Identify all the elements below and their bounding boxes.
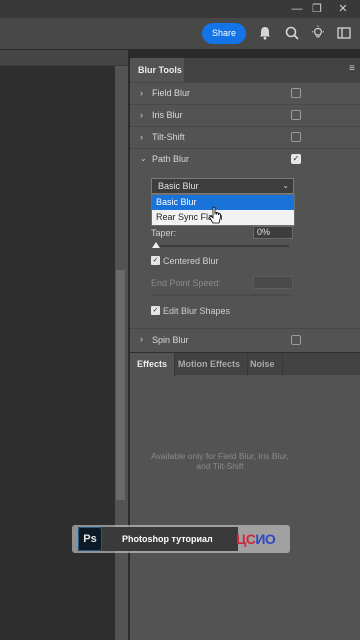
centered-blur-label: Centered Blur <box>163 256 219 266</box>
edit-blur-shapes-checkbox[interactable]: ✓ <box>151 306 160 315</box>
chevron-down-icon: ⌄ <box>282 181 289 190</box>
tab-effects[interactable]: Effects <box>130 353 176 376</box>
end-point-speed-slider <box>153 294 289 296</box>
taper-input[interactable]: 0% <box>253 226 293 239</box>
option-rear-sync-flash[interactable]: Rear Sync Flash <box>152 210 294 225</box>
minimize-icon[interactable]: — <box>290 2 304 16</box>
chevron-right-icon[interactable]: › <box>140 110 150 120</box>
tab-motion-effects[interactable]: Motion Effects <box>171 353 248 376</box>
field-blur-row[interactable]: › Field Blur <box>130 82 360 104</box>
workspace-icon[interactable] <box>336 25 352 41</box>
blur-type-value: Basic Blur <box>158 181 199 191</box>
path-blur-row[interactable]: ⌄ Path Blur ✓ <box>130 148 360 170</box>
iris-blur-row[interactable]: › Iris Blur <box>130 104 360 126</box>
mouse-cursor-icon <box>208 206 221 224</box>
chevron-down-icon[interactable]: ⌄ <box>140 154 150 163</box>
edit-blur-shapes-label: Edit Blur Shapes <box>163 306 231 316</box>
spin-blur-label: Spin Blur <box>152 335 189 345</box>
share-button[interactable]: Share <box>202 23 246 44</box>
tilt-shift-checkbox[interactable] <box>291 132 301 142</box>
effects-tabs: Effects Motion Effects Noise <box>130 352 360 376</box>
banner-text: Photoshop туториал <box>122 534 213 544</box>
end-point-speed-input <box>253 276 293 289</box>
blur-type-select[interactable]: Basic Blur ⌄ <box>151 178 294 194</box>
brand-text-b: ИО <box>255 531 276 547</box>
brand-text-a: ЦС <box>236 531 256 547</box>
option-basic-blur[interactable]: Basic Blur <box>152 195 294 210</box>
bell-icon[interactable] <box>257 25 273 41</box>
path-blur-label: Path Blur <box>152 154 190 164</box>
title-bar: — ❐ ✕ <box>0 0 360 18</box>
field-blur-checkbox[interactable] <box>291 88 301 98</box>
iris-blur-checkbox[interactable] <box>291 110 301 120</box>
end-point-speed-label: End Point Speed: <box>151 278 222 288</box>
path-blur-checkbox[interactable]: ✓ <box>291 154 301 164</box>
field-blur-label: Field Blur <box>152 88 191 98</box>
photoshop-logo: Ps <box>78 527 102 551</box>
taper-slider-thumb[interactable] <box>152 242 160 248</box>
chevron-right-icon[interactable]: › <box>140 334 150 344</box>
chevron-right-icon[interactable]: › <box>140 88 150 98</box>
canvas[interactable] <box>0 66 115 640</box>
brand-logo: ЦСИО <box>236 531 276 547</box>
blur-type-dropdown: Basic Blur Rear Sync Flash <box>151 194 295 226</box>
close-icon[interactable]: ✕ <box>336 2 350 16</box>
vertical-scrollbar[interactable] <box>116 270 125 500</box>
tab-noise[interactable]: Noise <box>243 353 283 376</box>
lightbulb-icon[interactable] <box>310 25 326 41</box>
effects-note: Available only for Field Blur, Iris Blur… <box>151 451 289 471</box>
tilt-shift-row[interactable]: › Tilt-Shift <box>130 126 360 148</box>
chevron-right-icon[interactable]: › <box>140 132 150 142</box>
options-bar: Share <box>0 18 360 50</box>
panel-menu-icon[interactable]: ≡ <box>349 64 359 74</box>
restore-icon[interactable]: ❐ <box>310 2 324 16</box>
panel-title-tab[interactable]: Blur Tools <box>130 58 184 82</box>
centered-blur-checkbox[interactable]: ✓ <box>151 256 160 265</box>
spin-blur-checkbox[interactable] <box>291 335 301 345</box>
taper-slider-track[interactable] <box>153 245 289 247</box>
document-tab-strip <box>0 50 128 66</box>
spin-blur-row[interactable]: › Spin Blur <box>130 328 360 350</box>
tilt-shift-label: Tilt-Shift <box>152 132 185 142</box>
iris-blur-label: Iris Blur <box>152 110 183 120</box>
search-icon[interactable] <box>284 25 300 41</box>
taper-label: Taper: <box>151 228 177 238</box>
